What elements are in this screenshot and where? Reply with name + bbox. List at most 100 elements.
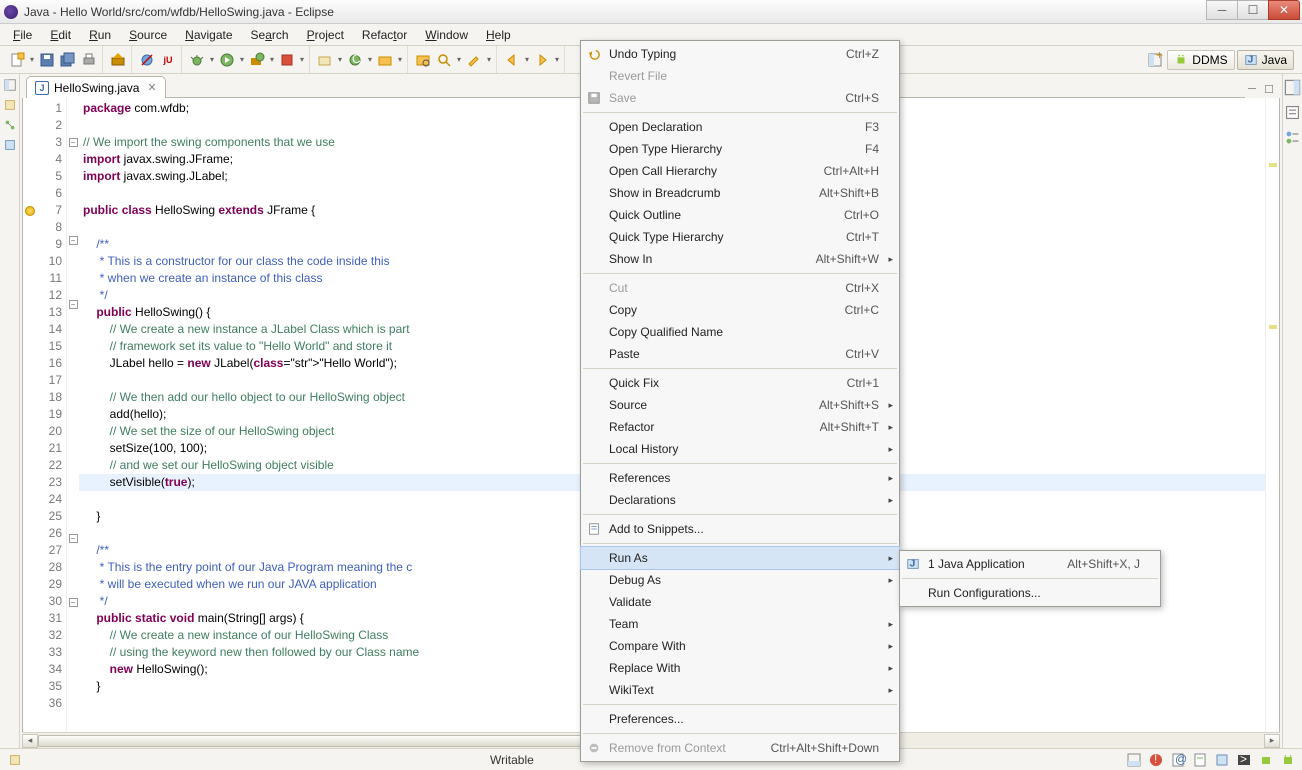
- run-button[interactable]: [217, 50, 237, 70]
- menu-item-refactor[interactable]: RefactorAlt+Shift+T▸: [581, 416, 899, 438]
- nav-back-button[interactable]: [502, 50, 522, 70]
- menu-search[interactable]: Search: [242, 26, 298, 44]
- close-button[interactable]: ✕: [1268, 0, 1300, 20]
- menu-item-open-declaration[interactable]: Open DeclarationF3: [581, 116, 899, 138]
- new-package-button[interactable]: [315, 50, 335, 70]
- save-all-button[interactable]: [58, 50, 78, 70]
- sb-snippets-icon[interactable]: [1214, 752, 1230, 768]
- editor-tab-helloswing[interactable]: J HelloSwing.java ✕: [26, 76, 166, 98]
- open-type-button[interactable]: [413, 50, 433, 70]
- perspective-ddms-label: DDMS: [1192, 53, 1227, 67]
- external-tools-button[interactable]: [277, 50, 297, 70]
- perspective-java[interactable]: J Java: [1237, 50, 1294, 70]
- restore-right-icon[interactable]: [1283, 78, 1302, 97]
- search-button[interactable]: [434, 50, 454, 70]
- menu-item-1-java-application[interactable]: J1 Java ApplicationAlt+Shift+X, J: [900, 553, 1160, 575]
- editor-minimize-icon[interactable]: ─: [1245, 82, 1259, 96]
- menu-source[interactable]: Source: [120, 26, 176, 44]
- menu-item-undo-typing[interactable]: Undo TypingCtrl+Z: [581, 43, 899, 65]
- menu-item-quick-type-hierarchy[interactable]: Quick Type HierarchyCtrl+T: [581, 226, 899, 248]
- navigator-icon[interactable]: [3, 138, 17, 152]
- build-button[interactable]: [108, 50, 128, 70]
- restore-view-icon[interactable]: [3, 78, 17, 92]
- menu-item-declarations[interactable]: Declarations▸: [581, 489, 899, 511]
- open-perspective-button[interactable]: +: [1145, 50, 1165, 70]
- window-title: Java - Hello World/src/com/wfdb/HelloSwi…: [24, 5, 1298, 19]
- run-dropdown[interactable]: ▾: [238, 50, 246, 70]
- sb-logcat-icon[interactable]: [1258, 752, 1274, 768]
- skip-breakpoints-button[interactable]: [137, 50, 157, 70]
- sb-problems-icon[interactable]: !: [1148, 752, 1164, 768]
- new-folder-button[interactable]: [375, 50, 395, 70]
- menu-item-wikitext[interactable]: WikiText▸: [581, 679, 899, 701]
- sb-console-icon[interactable]: >: [1236, 752, 1252, 768]
- nav-forward-button[interactable]: [532, 50, 552, 70]
- external-tools-dropdown[interactable]: ▾: [298, 50, 306, 70]
- menu-item-add-to-snippets-[interactable]: Add to Snippets...: [581, 518, 899, 540]
- junit-button[interactable]: jU: [158, 50, 178, 70]
- run-as-submenu: J1 Java ApplicationAlt+Shift+X, J Run Con…: [899, 550, 1161, 607]
- editor-tab-label: HelloSwing.java: [54, 81, 139, 95]
- menu-refactor[interactable]: Refactor: [353, 26, 416, 44]
- editor-maximize-icon[interactable]: ☐: [1262, 82, 1276, 96]
- menu-item-preferences-[interactable]: Preferences...: [581, 708, 899, 730]
- hierarchy-icon[interactable]: [3, 118, 17, 132]
- menu-item-source[interactable]: SourceAlt+Shift+S▸: [581, 394, 899, 416]
- status-writable: Writable: [490, 753, 534, 767]
- menu-navigate[interactable]: Navigate: [176, 26, 241, 44]
- perspective-ddms[interactable]: DDMS: [1167, 50, 1234, 70]
- menu-edit[interactable]: Edit: [41, 26, 80, 44]
- menu-item-show-in[interactable]: Show InAlt+Shift+W▸: [581, 248, 899, 270]
- menu-item-show-in-breadcrumb[interactable]: Show in BreadcrumbAlt+Shift+B: [581, 182, 899, 204]
- menu-item-quick-outline[interactable]: Quick OutlineCtrl+O: [581, 204, 899, 226]
- scroll-right-button[interactable]: ▸: [1264, 734, 1280, 748]
- menu-item-remove-from-context: Remove from ContextCtrl+Alt+Shift+Down: [581, 737, 899, 759]
- menu-item-open-type-hierarchy[interactable]: Open Type HierarchyF4: [581, 138, 899, 160]
- package-explorer-icon[interactable]: [3, 98, 17, 112]
- run-last-button[interactable]: [247, 50, 267, 70]
- task-list-icon[interactable]: [1283, 103, 1302, 122]
- menu-item-run-as[interactable]: Run As▸: [581, 547, 899, 569]
- close-tab-icon[interactable]: ✕: [147, 81, 156, 94]
- menu-item-run-configurations-[interactable]: Run Configurations...: [900, 582, 1160, 604]
- menu-window[interactable]: Window: [416, 26, 477, 44]
- print-button[interactable]: [79, 50, 99, 70]
- new-button[interactable]: [7, 50, 27, 70]
- run-last-dropdown[interactable]: ▾: [268, 50, 276, 70]
- maximize-button[interactable]: ☐: [1237, 0, 1269, 20]
- menu-file[interactable]: File: [4, 26, 41, 44]
- menu-item-team[interactable]: Team▸: [581, 613, 899, 635]
- outline-icon[interactable]: [1283, 128, 1302, 147]
- save-button[interactable]: [37, 50, 57, 70]
- menu-item-open-call-hierarchy[interactable]: Open Call HierarchyCtrl+Alt+H: [581, 160, 899, 182]
- annotate-button[interactable]: [464, 50, 484, 70]
- menu-item-references[interactable]: References▸: [581, 467, 899, 489]
- sb-javadoc-icon[interactable]: @: [1170, 752, 1186, 768]
- menu-item-paste[interactable]: PasteCtrl+V: [581, 343, 899, 365]
- menu-run[interactable]: Run: [80, 26, 120, 44]
- menu-item-validate[interactable]: Validate: [581, 591, 899, 613]
- menu-help[interactable]: Help: [477, 26, 520, 44]
- debug-button[interactable]: [187, 50, 207, 70]
- menu-item-compare-with[interactable]: Compare With▸: [581, 635, 899, 657]
- svg-text:+: +: [1156, 52, 1163, 62]
- svg-text:J: J: [1247, 53, 1253, 65]
- menu-project[interactable]: Project: [298, 26, 353, 44]
- window-controls: ─ ☐ ✕: [1207, 0, 1300, 20]
- menu-item-local-history[interactable]: Local History▸: [581, 438, 899, 460]
- menu-item-copy[interactable]: CopyCtrl+C: [581, 299, 899, 321]
- java-perspective-icon: J: [1244, 53, 1258, 67]
- debug-dropdown[interactable]: ▾: [208, 50, 216, 70]
- scroll-left-button[interactable]: ◂: [22, 734, 38, 748]
- menu-item-copy-qualified-name[interactable]: Copy Qualified Name: [581, 321, 899, 343]
- menu-item-replace-with[interactable]: Replace With▸: [581, 657, 899, 679]
- menu-item-quick-fix[interactable]: Quick FixCtrl+1: [581, 372, 899, 394]
- overview-ruler: [1265, 98, 1279, 747]
- sb-restore-icon[interactable]: [1126, 752, 1142, 768]
- new-dropdown[interactable]: ▾: [28, 50, 36, 70]
- minimize-button[interactable]: ─: [1206, 0, 1238, 20]
- menu-item-debug-as[interactable]: Debug As▸: [581, 569, 899, 591]
- sb-declaration-icon[interactable]: [1192, 752, 1208, 768]
- new-class-button[interactable]: C: [345, 50, 365, 70]
- sb-android-icon[interactable]: [1280, 752, 1296, 768]
